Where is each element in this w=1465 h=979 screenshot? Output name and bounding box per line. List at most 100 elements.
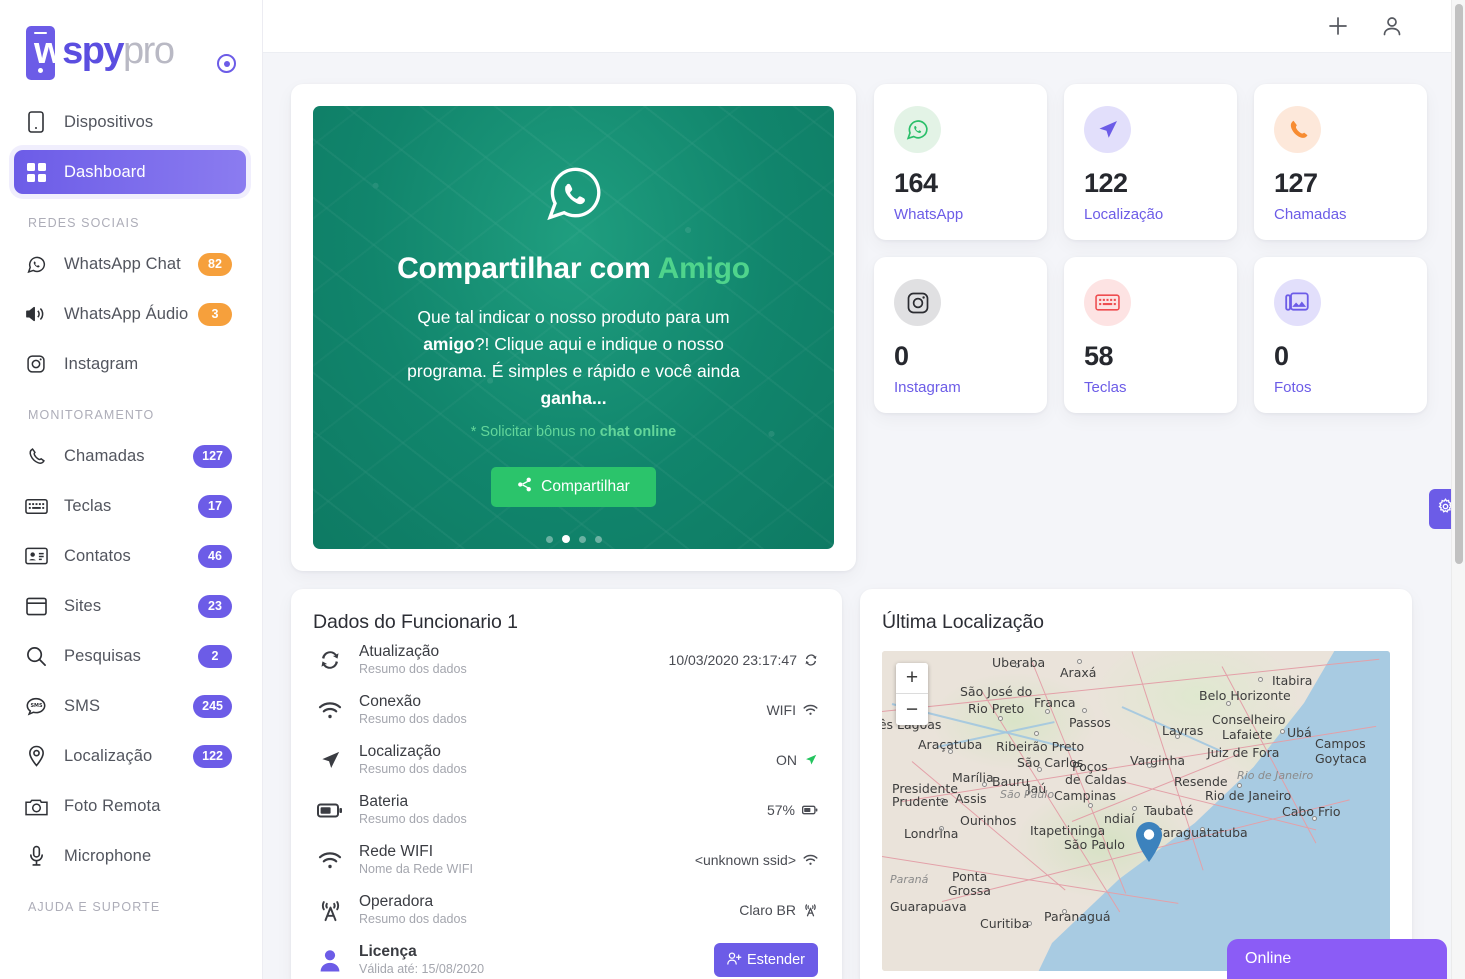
wifi-icon: [313, 701, 347, 720]
sidebar-badge: 245: [193, 694, 232, 718]
stat-label: Instagram: [894, 379, 961, 396]
phone-icon: [1274, 106, 1321, 153]
sidebar-item-label: Dispositivos: [64, 112, 154, 131]
sidebar-section-title-social: REDES SOCIAIS: [28, 216, 140, 230]
sidebar-item-foto-remota[interactable]: Foto Remota: [14, 784, 246, 828]
map-place-label: Lafaiete: [1222, 727, 1273, 742]
cell-tower-icon: [805, 904, 816, 917]
map-place-label: Ponta: [952, 869, 988, 884]
map-place-label: Bauru: [992, 774, 1030, 789]
chat-widget-label: Online: [1245, 950, 1292, 967]
stat-card-localizacao[interactable]: 122 Localização: [1064, 84, 1237, 240]
device-row-subtitle: Resumo dos dados: [359, 762, 467, 776]
map-place-label: de Caldas: [1065, 772, 1127, 787]
sidebar-item-label: Sites: [64, 596, 102, 615]
scrollbar-thumb[interactable]: [1455, 4, 1463, 564]
map-place-label: São José do: [960, 684, 1033, 699]
promo-title-plain: Compartilhar com: [397, 252, 658, 285]
chat-widget[interactable]: Online: [1227, 939, 1447, 979]
carousel-dots[interactable]: [545, 535, 602, 543]
device-row-text: Licença Válida até: 15/08/2020: [359, 942, 484, 978]
sidebar-badge: 122: [193, 744, 232, 768]
map-zoom-in-button[interactable]: +: [896, 663, 928, 694]
phone-icon: [24, 110, 48, 134]
device-row-value: 57%: [767, 802, 818, 818]
sidebar-badge: 2: [198, 644, 232, 668]
sidebar-item-sites[interactable]: Sites 23: [14, 584, 246, 628]
sidebar-item-label: WhatsApp Áudio: [64, 304, 189, 323]
sidebar-item-sms[interactable]: SMS SMS 245: [14, 684, 246, 728]
stat-value: 0: [1274, 341, 1289, 371]
stat-card-teclas[interactable]: 58 Teclas: [1064, 257, 1237, 413]
share-button[interactable]: Compartilhar: [491, 467, 656, 507]
map-place-label: Londrina: [904, 826, 959, 841]
keyboard-icon: [1084, 279, 1131, 326]
stat-card-chamadas[interactable]: 127 Chamadas: [1254, 84, 1427, 240]
stat-card-fotos[interactable]: 0 Fotos: [1254, 257, 1427, 413]
carousel-dot[interactable]: [594, 535, 602, 543]
sidebar-item-pesquisas[interactable]: Pesquisas 2: [14, 634, 246, 678]
device-row-text: Operadora Resumo dos dados: [359, 892, 467, 928]
dashboard-content: Compartilhar com Amigo Que tal indicar o…: [263, 53, 1465, 979]
device-row-subtitle: Nome da Rede WIFI: [359, 862, 473, 876]
sidebar-item-teclas[interactable]: Teclas 17: [14, 484, 246, 528]
map-zoom-controls[interactable]: + −: [896, 663, 928, 725]
sidebar-item-label: Teclas: [64, 496, 112, 515]
sidebar-item-dashboard[interactable]: Dashboard: [14, 150, 246, 194]
cell-tower-icon: [313, 899, 347, 922]
map-place-label: Caraguatatuba: [1154, 825, 1248, 840]
sidebar-item-chamadas[interactable]: Chamadas 127: [14, 434, 246, 478]
user-icon[interactable]: [1377, 11, 1407, 41]
battery-icon: [802, 805, 818, 815]
stat-value: 127: [1274, 168, 1318, 198]
sidebar-item-dispositivos[interactable]: Dispositivos: [14, 100, 246, 144]
promo-note: * Solicitar bônus no chat online: [471, 424, 677, 440]
device-row-value: WIFI: [766, 702, 818, 718]
sidebar-item-label: SMS: [64, 696, 101, 715]
page-scrollbar[interactable]: [1451, 0, 1465, 979]
stat-card-whatsapp[interactable]: 164 WhatsApp: [874, 84, 1047, 240]
sidebar-section-title-help: AJUDA E SUPORTE: [28, 900, 161, 914]
map-canvas[interactable]: + − Uberaba Araxá Itabira Belo Horizonte…: [882, 651, 1390, 971]
user-avatar-icon: [313, 949, 347, 972]
carousel-dot[interactable]: [578, 535, 586, 543]
device-row-text: Rede WIFI Nome da Rede WIFI: [359, 842, 473, 878]
map-place-label: Goytaca: [1315, 751, 1367, 766]
map-place-label: Grossa: [948, 883, 991, 898]
map-pin-icon[interactable]: [1134, 821, 1164, 863]
map-place-label: Ribeirão Preto: [996, 739, 1085, 754]
carousel-dot-active[interactable]: [561, 535, 570, 543]
stat-label: Teclas: [1084, 379, 1127, 396]
promo-carousel-card: Compartilhar com Amigo Que tal indicar o…: [291, 84, 856, 571]
map-place-label: Ubá: [1287, 725, 1312, 740]
map-place-label: Paraná: [890, 873, 929, 886]
sidebar-item-localizacao[interactable]: Localização 122: [14, 734, 246, 778]
keyboard-icon: [24, 494, 48, 518]
wifi-icon: [803, 704, 818, 715]
wifi-icon: [803, 854, 818, 865]
plus-icon[interactable]: [1323, 11, 1353, 41]
device-row-subtitle: Resumo dos dados: [359, 712, 467, 726]
device-row-text: Atualização Resumo dos dados: [359, 642, 467, 678]
sidebar-item-whatsapp-audio[interactable]: WhatsApp Áudio 3: [14, 292, 246, 336]
map-place-label: ndiaí: [1104, 811, 1135, 826]
stat-value: 164: [894, 168, 938, 198]
promo-note-link[interactable]: chat online: [600, 424, 677, 440]
wifi-icon: [313, 851, 347, 870]
main-area: Compartilhar com Amigo Que tal indicar o…: [263, 0, 1465, 979]
stat-card-instagram[interactable]: 0 Instagram: [874, 257, 1047, 413]
map-zoom-out-button[interactable]: −: [896, 694, 928, 725]
device-row-value: 10/03/2020 23:17:47: [669, 652, 818, 668]
sidebar-item-instagram[interactable]: Instagram: [14, 342, 246, 386]
promo-body-bold-2: ganha...: [540, 388, 607, 408]
sidebar-item-microphone[interactable]: Microphone: [14, 834, 246, 878]
device-row-title: Licença: [359, 943, 417, 960]
map-place-label: São Paulo: [1000, 788, 1055, 801]
sidebar-item-contatos[interactable]: Contatos 46: [14, 534, 246, 578]
record-dot-icon[interactable]: [217, 54, 236, 73]
refresh-icon: [313, 649, 347, 671]
sidebar-item-whatsapp-chat[interactable]: WhatsApp Chat 82: [14, 242, 246, 286]
extend-license-button[interactable]: Estender: [713, 943, 818, 977]
carousel-dot[interactable]: [545, 535, 553, 543]
brand-logo[interactable]: wspypro: [0, 0, 262, 84]
